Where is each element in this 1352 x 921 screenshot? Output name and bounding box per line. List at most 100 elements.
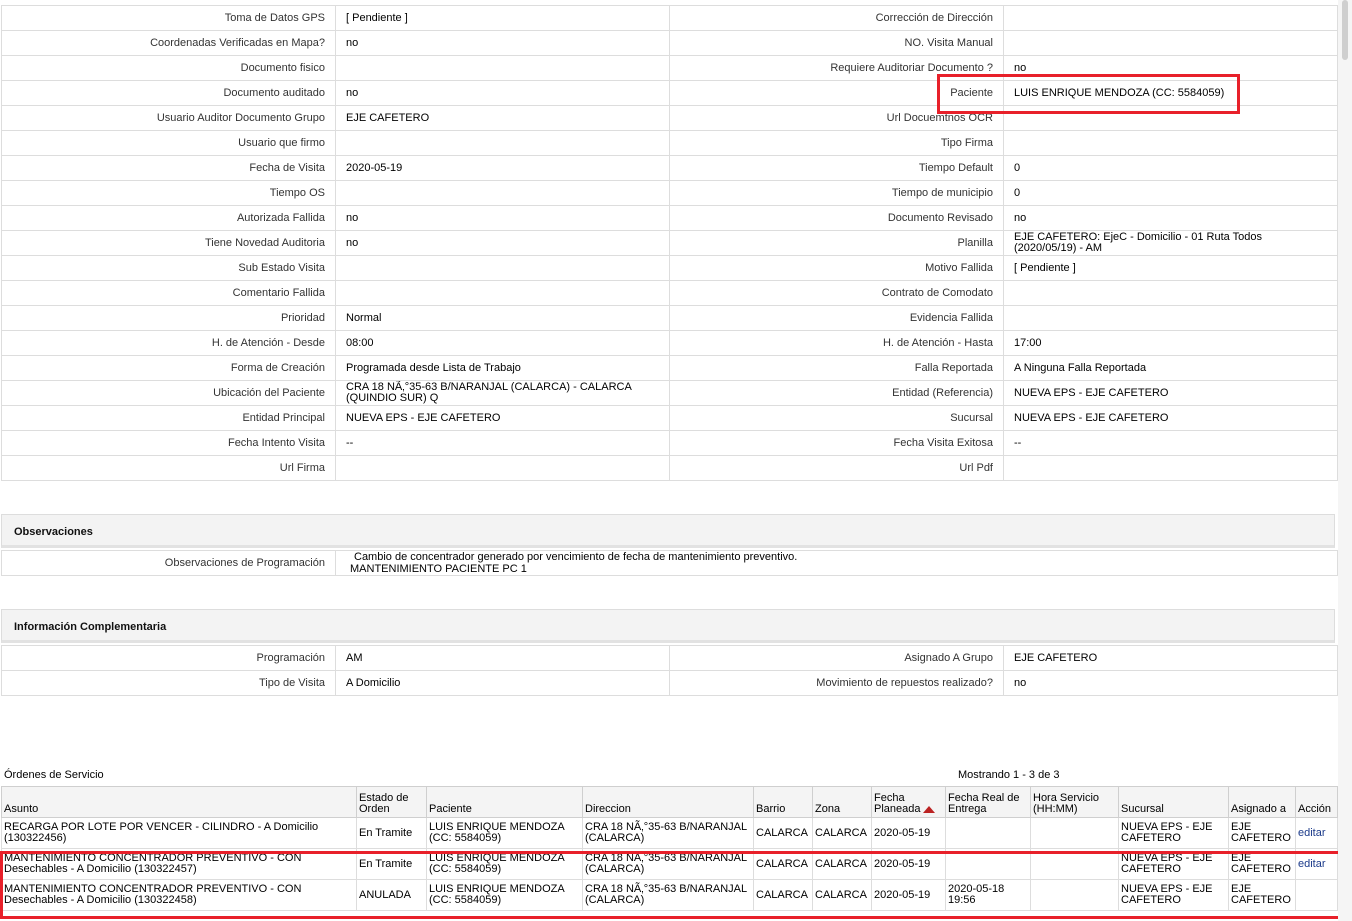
ordenes-cell-direccion: CRA 18 NÃ‚°35-63 B/NARANJAL (CALARCA) (582, 848, 754, 880)
ordenes-cell-barrio: CALARCA (753, 817, 813, 849)
detail-label: Fecha Intento Visita (1, 430, 336, 456)
ordenes-cell-sucursal: NUEVA EPS - EJE CAFETERO (1118, 879, 1229, 911)
ordenes-header-row: Asunto Estado de Orden Paciente Direccion Ba… (1, 786, 1338, 818)
detail-value: 08:00 (335, 330, 670, 356)
detail-value: -- (335, 430, 670, 456)
detail-value: NUEVA EPS - EJE CAFETERO (1003, 380, 1338, 406)
detail-row: Fecha de Visita 2020-05-19 Tiempo Default 0 (1, 155, 1338, 181)
ordenes-col-header[interactable]: Fecha Real de Entrega (945, 786, 1031, 818)
ordenes-cell-fecha-real (945, 817, 1031, 849)
detail-value: no (335, 205, 670, 231)
page-scrollbar[interactable] (1338, 0, 1352, 921)
ordenes-col-header[interactable]: Hora Servicio (HH:MM) (1030, 786, 1119, 818)
complementaria-value: EJE CAFETERO (1003, 645, 1338, 671)
ordenes-cell-fecha-real: 2020-05-18 19:56 (945, 879, 1031, 911)
detail-label: Fecha Visita Exitosa (669, 430, 1004, 456)
ordenes-row: MANTENIMIENTO CONCENTRADOR PREVENTIVO - … (1, 848, 1338, 880)
complementaria-label: Programación (1, 645, 336, 671)
detail-label: Usuario que firmo (1, 130, 336, 156)
detail-value: EJE CAFETERO (335, 105, 670, 131)
ordenes-cell-fecha-planeada: 2020-05-19 (871, 817, 946, 849)
complementaria-row: Tipo de Visita A Domicilio Movimiento de r… (1, 670, 1338, 696)
detail-value (335, 255, 670, 281)
complementaria-header: Información Complementaria (1, 609, 1335, 643)
scrollbar-thumb[interactable] (1342, 0, 1348, 60)
detail-label: Prioridad (1, 305, 336, 331)
detail-value (1003, 130, 1338, 156)
ordenes-cell-paciente: LUIS ENRIQUE MENDOZA (CC: 5584059) (426, 817, 583, 849)
ordenes-cell-asignado: EJE CAFETERO (1228, 817, 1296, 849)
observaciones-line-1: Cambio de concentrador generado por venc… (354, 551, 798, 564)
detail-label: Sub Estado Visita (1, 255, 336, 281)
ordenes-cell-zona: CALARCA (812, 817, 872, 849)
ordenes-col-header[interactable]: Sucursal (1118, 786, 1229, 818)
ordenes-col-header-label: Sucursal (1121, 803, 1164, 815)
detail-row: Prioridad Normal Evidencia Fallida (1, 305, 1338, 331)
ordenes-cell-zona: CALARCA (812, 848, 872, 880)
detail-value: 17:00 (1003, 330, 1338, 356)
detail-label: Sucursal (669, 405, 1004, 431)
visit-details-table: Toma de Datos GPS[ Pendiente ] Corrección… (1, 5, 1338, 481)
complementaria-value: AM (335, 645, 670, 671)
detail-label: Comentario Fallida (1, 280, 336, 306)
detail-label: Evidencia Fallida (669, 305, 1004, 331)
ordenes-col-header-label: Paciente (429, 803, 472, 815)
observaciones-line-2: MANTENIMIENTO PACIENTE PC 1 (350, 563, 527, 575)
editar-link[interactable]: editar (1295, 848, 1338, 880)
detail-label: Requiere Auditoriar Documento ? (669, 55, 1004, 81)
detail-value (335, 55, 670, 81)
ordenes-col-header[interactable]: Asignado a (1228, 786, 1296, 818)
complementaria-label: Tipo de Visita (1, 670, 336, 696)
ordenes-col-header-label: Fecha Planeada (874, 792, 921, 815)
detail-label: Forma de Creación (1, 355, 336, 381)
editar-link[interactable]: editar (1295, 817, 1338, 849)
ordenes-title: Órdenes de Servicio (4, 769, 104, 781)
detail-value: no (335, 230, 670, 256)
detail-value: A Ninguna Falla Reportada (1003, 355, 1338, 381)
detail-label: Documento auditado (1, 80, 336, 106)
ordenes-col-header-label: Asignado a (1231, 803, 1287, 815)
ordenes-row: RECARGA POR LOTE POR VENCER - CILINDRO -… (1, 817, 1338, 849)
ordenes-cell-asignado: EJE CAFETERO (1228, 879, 1296, 911)
detail-label: Corrección de Dirección (669, 5, 1004, 31)
detail-value: LUIS ENRIQUE MENDOZA (CC: 5584059) (1003, 80, 1338, 106)
detail-value: CRA 18 NÃ‚°35-63 B/NARANJAL (CALARCA) - … (335, 380, 670, 406)
detail-row: H. de Atención - Desde 08:00 H. de Atenció… (1, 330, 1338, 356)
complementaria-value: no (1003, 670, 1338, 696)
ordenes-cell-asunto: MANTENIMIENTO CONCENTRADOR PREVENTIVO - … (1, 879, 357, 911)
ordenes-col-header[interactable]: Paciente (426, 786, 583, 818)
detail-label: Paciente (669, 80, 1004, 106)
ordenes-col-header[interactable]: Direccion (582, 786, 754, 818)
detail-label: Documento fisico (1, 55, 336, 81)
ordenes-col-header[interactable]: Estado de Orden (356, 786, 427, 818)
ordenes-col-header[interactable]: Barrio (753, 786, 813, 818)
detail-label: NO. Visita Manual (669, 30, 1004, 56)
ordenes-col-header-label: Fecha Real de Entrega (948, 792, 1020, 815)
ordenes-cell-sucursal: NUEVA EPS - EJE CAFETERO (1118, 817, 1229, 849)
editar-link[interactable] (1295, 879, 1338, 911)
detail-value: NUEVA EPS - EJE CAFETERO (1003, 405, 1338, 431)
detail-value (1003, 280, 1338, 306)
ordenes-col-header[interactable]: Fecha Planeada (871, 786, 946, 818)
detail-label: Tiempo OS (1, 180, 336, 206)
detail-label: Falla Reportada (669, 355, 1004, 381)
ordenes-col-header[interactable]: Acción (1295, 786, 1338, 818)
ordenes-cell-direccion: CRA 18 NÃ‚°35-63 B/NARANJAL (CALARCA) (582, 817, 754, 849)
ordenes-cell-barrio: CALARCA (753, 879, 813, 911)
detail-label: Planilla (669, 230, 1004, 256)
detail-label: Tiempo de municipio (669, 180, 1004, 206)
detail-row: Autorizada Fallida no Documento Revisado no (1, 205, 1338, 231)
visit-details-body: Toma de Datos GPS[ Pendiente ] Corrección… (1, 5, 1338, 481)
detail-value: no (1003, 55, 1338, 81)
ordenes-body: RECARGA POR LOTE POR VENCER - CILINDRO -… (1, 817, 1338, 911)
ordenes-cell-estado: En Tramite (356, 848, 427, 880)
complementaria-body: Programación AM Asignado A Grupo EJE CAFETE… (1, 645, 1338, 696)
ordenes-col-header[interactable]: Asunto (1, 786, 357, 818)
ordenes-col-header-label: Zona (815, 803, 841, 815)
detail-label: Ubicación del Paciente (1, 380, 336, 406)
detail-value: [ Pendiente ] (335, 5, 670, 31)
sort-ascending-icon[interactable] (922, 805, 935, 813)
ordenes-cell-barrio: CALARCA (753, 848, 813, 880)
ordenes-cell-sucursal: NUEVA EPS - EJE CAFETERO (1118, 848, 1229, 880)
ordenes-col-header[interactable]: Zona (812, 786, 872, 818)
